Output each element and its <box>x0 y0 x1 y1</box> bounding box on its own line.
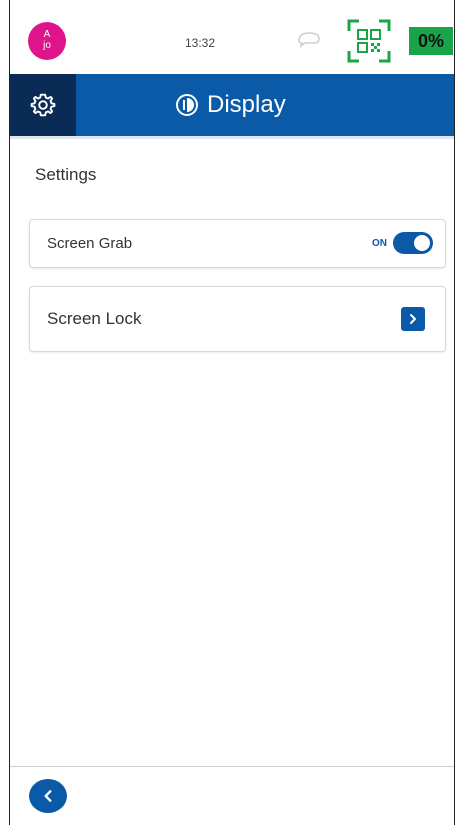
screen-lock-open-button[interactable] <box>401 307 425 331</box>
chevron-right-icon <box>410 314 416 324</box>
avatar-initial-bottom: jo <box>43 40 51 51</box>
chevron-left-icon <box>44 790 52 802</box>
display-icon <box>176 94 198 116</box>
app-frame: A jo 13:32 0% Display Settings Screen Gr… <box>9 0 455 825</box>
screen-lock-row[interactable]: Screen Lock <box>29 286 446 352</box>
header-divider <box>10 136 454 139</box>
status-bar: A jo 13:32 0% <box>10 0 454 74</box>
toggle-switch[interactable] <box>393 232 433 254</box>
avatar-initial-top: A <box>43 29 51 40</box>
screen-grab-label: Screen Grab <box>47 235 133 252</box>
footer-divider <box>10 766 454 767</box>
settings-button[interactable] <box>10 74 76 136</box>
header-bar: Display <box>10 74 454 136</box>
avatar[interactable]: A jo <box>28 22 66 60</box>
toggle-state-label: ON <box>372 237 387 249</box>
screen-grab-row: Screen Grab ON <box>29 219 446 268</box>
qr-scan-icon[interactable] <box>347 19 391 63</box>
gear-icon <box>30 93 56 117</box>
battery-indicator: 0% <box>409 27 453 55</box>
back-button[interactable] <box>29 779 67 813</box>
clock-time: 13:32 <box>185 36 216 50</box>
page-title: Display <box>175 74 286 136</box>
page-title-text: Display <box>207 91 286 118</box>
screen-grab-toggle[interactable]: ON <box>372 232 433 254</box>
cast-icon <box>298 32 320 48</box>
toggle-knob <box>414 235 430 251</box>
screen-lock-label: Screen Lock <box>47 309 142 328</box>
section-heading: Settings <box>35 165 97 184</box>
